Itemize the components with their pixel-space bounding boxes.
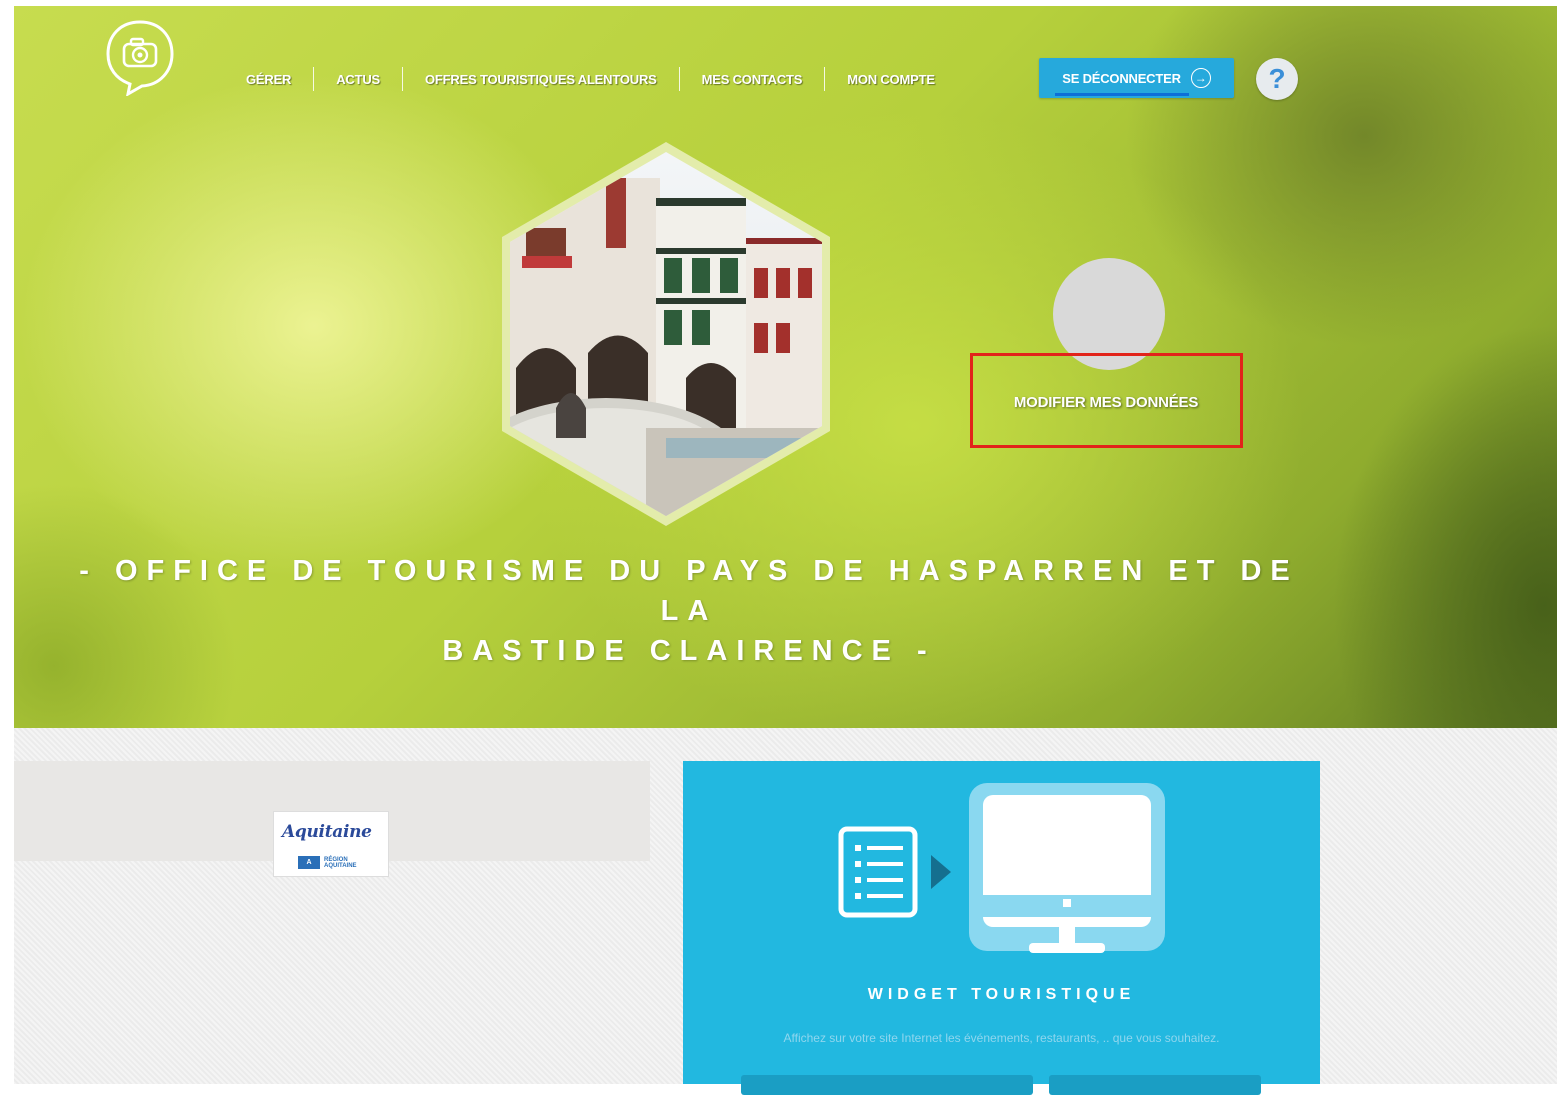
logout-button[interactable]: SE DÉCONNECTER → xyxy=(1039,58,1234,98)
logout-underline xyxy=(1055,93,1189,96)
partner-logo-brand: Aquitaine xyxy=(282,822,372,842)
main-nav: GÉRER ACTUS OFFRES TOURISTIQUES ALENTOUR… xyxy=(224,66,957,92)
arrow-right-circle-icon: → xyxy=(1190,68,1211,88)
page-title-line1: - OFFICE DE TOURISME DU PAYS DE HASPARRE… xyxy=(79,555,1299,627)
monitor-icon xyxy=(969,783,1165,953)
nav-item-contacts[interactable]: MES CONTACTS xyxy=(680,72,825,87)
widget-description: Affichez sur votre site Internet les évé… xyxy=(783,1031,1220,1045)
partner-logo-sub-text: RÉGION AQUITAINE xyxy=(324,857,357,869)
logout-label: SE DÉCONNECTER xyxy=(1062,70,1181,86)
document-list-icon xyxy=(838,826,918,918)
hero-banner: GÉRER ACTUS OFFRES TOURISTIQUES ALENTOUR… xyxy=(14,6,1557,728)
partner-logo-aquitaine[interactable]: Aquitaine A RÉGION AQUITAINE xyxy=(273,811,389,877)
question-icon: ? xyxy=(1268,63,1286,94)
region-badge-icon: A xyxy=(298,856,320,869)
play-arrow-icon xyxy=(931,855,951,889)
partner-bar: Aquitaine A RÉGION AQUITAINE xyxy=(14,761,650,877)
content-section: Aquitaine A RÉGION AQUITAINE WIDGET TOUR… xyxy=(14,728,1557,1095)
camera-chat-logo-icon[interactable] xyxy=(102,16,178,96)
widget-button-secondary[interactable] xyxy=(1049,1075,1261,1095)
highlight-box xyxy=(970,353,1243,448)
profile-photo-hexagon xyxy=(502,142,830,526)
widget-illustration xyxy=(838,783,1165,953)
widget-title: WIDGET TOURISTIQUE xyxy=(867,986,1136,1003)
page-title-line2: BASTIDE CLAIRENCE - xyxy=(442,635,936,667)
widget-card: WIDGET TOURISTIQUE Affichez sur votre si… xyxy=(683,761,1320,1095)
nav-item-compte[interactable]: MON COMPTE xyxy=(825,72,957,87)
nav-item-gerer[interactable]: GÉRER xyxy=(224,72,313,87)
nav-item-offres[interactable]: OFFRES TOURISTIQUES ALENTOURS xyxy=(403,72,679,87)
sub-line2: AQUITAINE xyxy=(324,862,357,869)
partner-logo-sub: A RÉGION AQUITAINE xyxy=(298,856,357,869)
nav-item-actus[interactable]: ACTUS xyxy=(314,72,402,87)
help-button[interactable]: ? xyxy=(1256,58,1298,100)
widget-button-primary[interactable] xyxy=(741,1075,1033,1095)
page-title: - OFFICE DE TOURISME DU PAYS DE HASPARRE… xyxy=(44,551,1334,671)
